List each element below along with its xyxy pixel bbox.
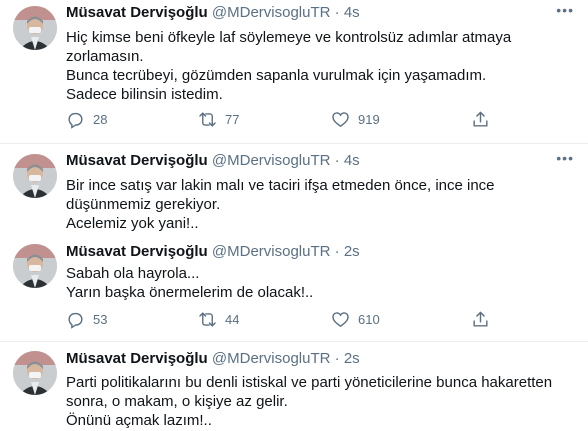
tweet-text: Hiç kimse beni öfkeyle laf söylemeye ve … — [66, 28, 511, 104]
tweet-line: sonra, o makam, o kişiye az gelir. — [66, 393, 288, 410]
tweet-line: Hiç kimse beni öfkeyle laf söylemeye ve … — [66, 29, 512, 46]
author-name[interactable]: Müsavat Dervişoğlu — [66, 350, 208, 367]
share-icon — [473, 111, 488, 127]
author-handle[interactable]: @MDervisogluTR — [212, 243, 331, 260]
avatar[interactable] — [13, 6, 57, 50]
tweet-header: Müsavat Dervişoğlu @MDervisogluTR · 4s — [66, 4, 360, 21]
tweet-header: Müsavat Dervişoğlu @MDervisogluTR · 2s — [66, 243, 360, 260]
avatar[interactable] — [13, 154, 57, 198]
like-button[interactable]: 610 — [331, 310, 380, 329]
separator: · — [334, 243, 340, 260]
timestamp[interactable]: 4s — [344, 152, 360, 169]
share-button[interactable] — [471, 310, 498, 329]
share-icon — [473, 311, 488, 327]
avatar[interactable] — [13, 351, 57, 395]
reply-icon — [68, 112, 83, 129]
tweet-1[interactable]: Müsavat Dervişoğlu @MDervisogluTR · 4s •… — [0, 0, 588, 136]
author-name[interactable]: Müsavat Dervişoğlu — [66, 4, 208, 21]
retweet-button[interactable]: 77 — [198, 110, 239, 129]
reply-count: 28 — [93, 112, 108, 127]
tweet-text: Sabah ola hayrola... Yarın başka önermel… — [66, 264, 313, 302]
timestamp[interactable]: 2s — [344, 350, 360, 367]
divider — [0, 341, 588, 342]
tweet-line: Parti politikalarını bu denli istiskal v… — [66, 374, 553, 391]
tweet-line: Sabah ola hayrola... — [66, 265, 200, 282]
tweet-line: Bunca tecrübeyi, gözümden sapanla vurulm… — [66, 67, 487, 84]
like-button[interactable]: 919 — [331, 110, 380, 129]
author-handle[interactable]: @MDervisogluTR — [212, 4, 331, 21]
author-name[interactable]: Müsavat Dervişoğlu — [66, 152, 208, 169]
retweet-icon — [199, 112, 216, 127]
tweet-line: Acelemiz yok yani!.. — [66, 215, 199, 232]
author-handle[interactable]: @MDervisogluTR — [212, 152, 331, 169]
divider — [0, 143, 588, 144]
heart-icon — [332, 112, 349, 128]
reply-icon — [68, 312, 83, 329]
retweet-count: 44 — [225, 312, 240, 327]
tweet-header: Müsavat Dervişoğlu @MDervisogluTR · 4s — [66, 152, 360, 169]
separator: · — [334, 350, 340, 367]
timestamp[interactable]: 2s — [344, 243, 360, 260]
tweet-actions: 53 44 610 — [66, 310, 506, 334]
tweet-3[interactable]: Müsavat Dervişoğlu @MDervisogluTR · 2s S… — [0, 240, 588, 340]
heart-icon — [332, 312, 349, 328]
tweet-2[interactable]: Müsavat Dervişoğlu @MDervisogluTR · 4s •… — [0, 150, 588, 233]
timestamp[interactable]: 4s — [344, 4, 360, 21]
like-count: 919 — [358, 112, 380, 127]
tweet-header: Müsavat Dervişoğlu @MDervisogluTR · 2s — [66, 350, 360, 367]
tweet-line: Yarın başka önermelerim de olacak!.. — [66, 284, 314, 301]
tweet-line: zorlamasın. — [66, 48, 144, 65]
more-icon[interactable]: ••• — [556, 2, 574, 18]
like-count: 610 — [358, 312, 380, 327]
separator: · — [334, 4, 340, 21]
more-icon[interactable]: ••• — [556, 150, 574, 166]
reply-button[interactable]: 28 — [66, 110, 107, 129]
retweet-count: 77 — [225, 112, 240, 127]
tweet-line: Sadece bilinsin istedim. — [66, 86, 223, 103]
tweet-line: Bir ince satış var lakin malı ve taciri … — [66, 177, 495, 194]
retweet-button[interactable]: 44 — [198, 310, 239, 329]
separator: · — [334, 152, 340, 169]
tweet-text: Parti politikalarını bu denli istiskal v… — [66, 373, 552, 430]
tweet-line: düşünmemiz gerekiyor. — [66, 196, 221, 213]
reply-count: 53 — [93, 312, 108, 327]
retweet-icon — [199, 312, 216, 327]
share-button[interactable] — [471, 110, 498, 129]
tweet-text: Bir ince satış var lakin malı ve taciri … — [66, 176, 495, 233]
avatar[interactable] — [13, 244, 57, 288]
reply-button[interactable]: 53 — [66, 310, 107, 329]
tweet-actions: 28 77 919 — [66, 110, 506, 134]
author-name[interactable]: Müsavat Dervişoğlu — [66, 243, 208, 260]
tweet-line: Önünü açmak lazım!.. — [66, 412, 212, 429]
tweet-4[interactable]: Müsavat Dervişoğlu @MDervisogluTR · 2s P… — [0, 347, 588, 431]
author-handle[interactable]: @MDervisogluTR — [212, 350, 331, 367]
